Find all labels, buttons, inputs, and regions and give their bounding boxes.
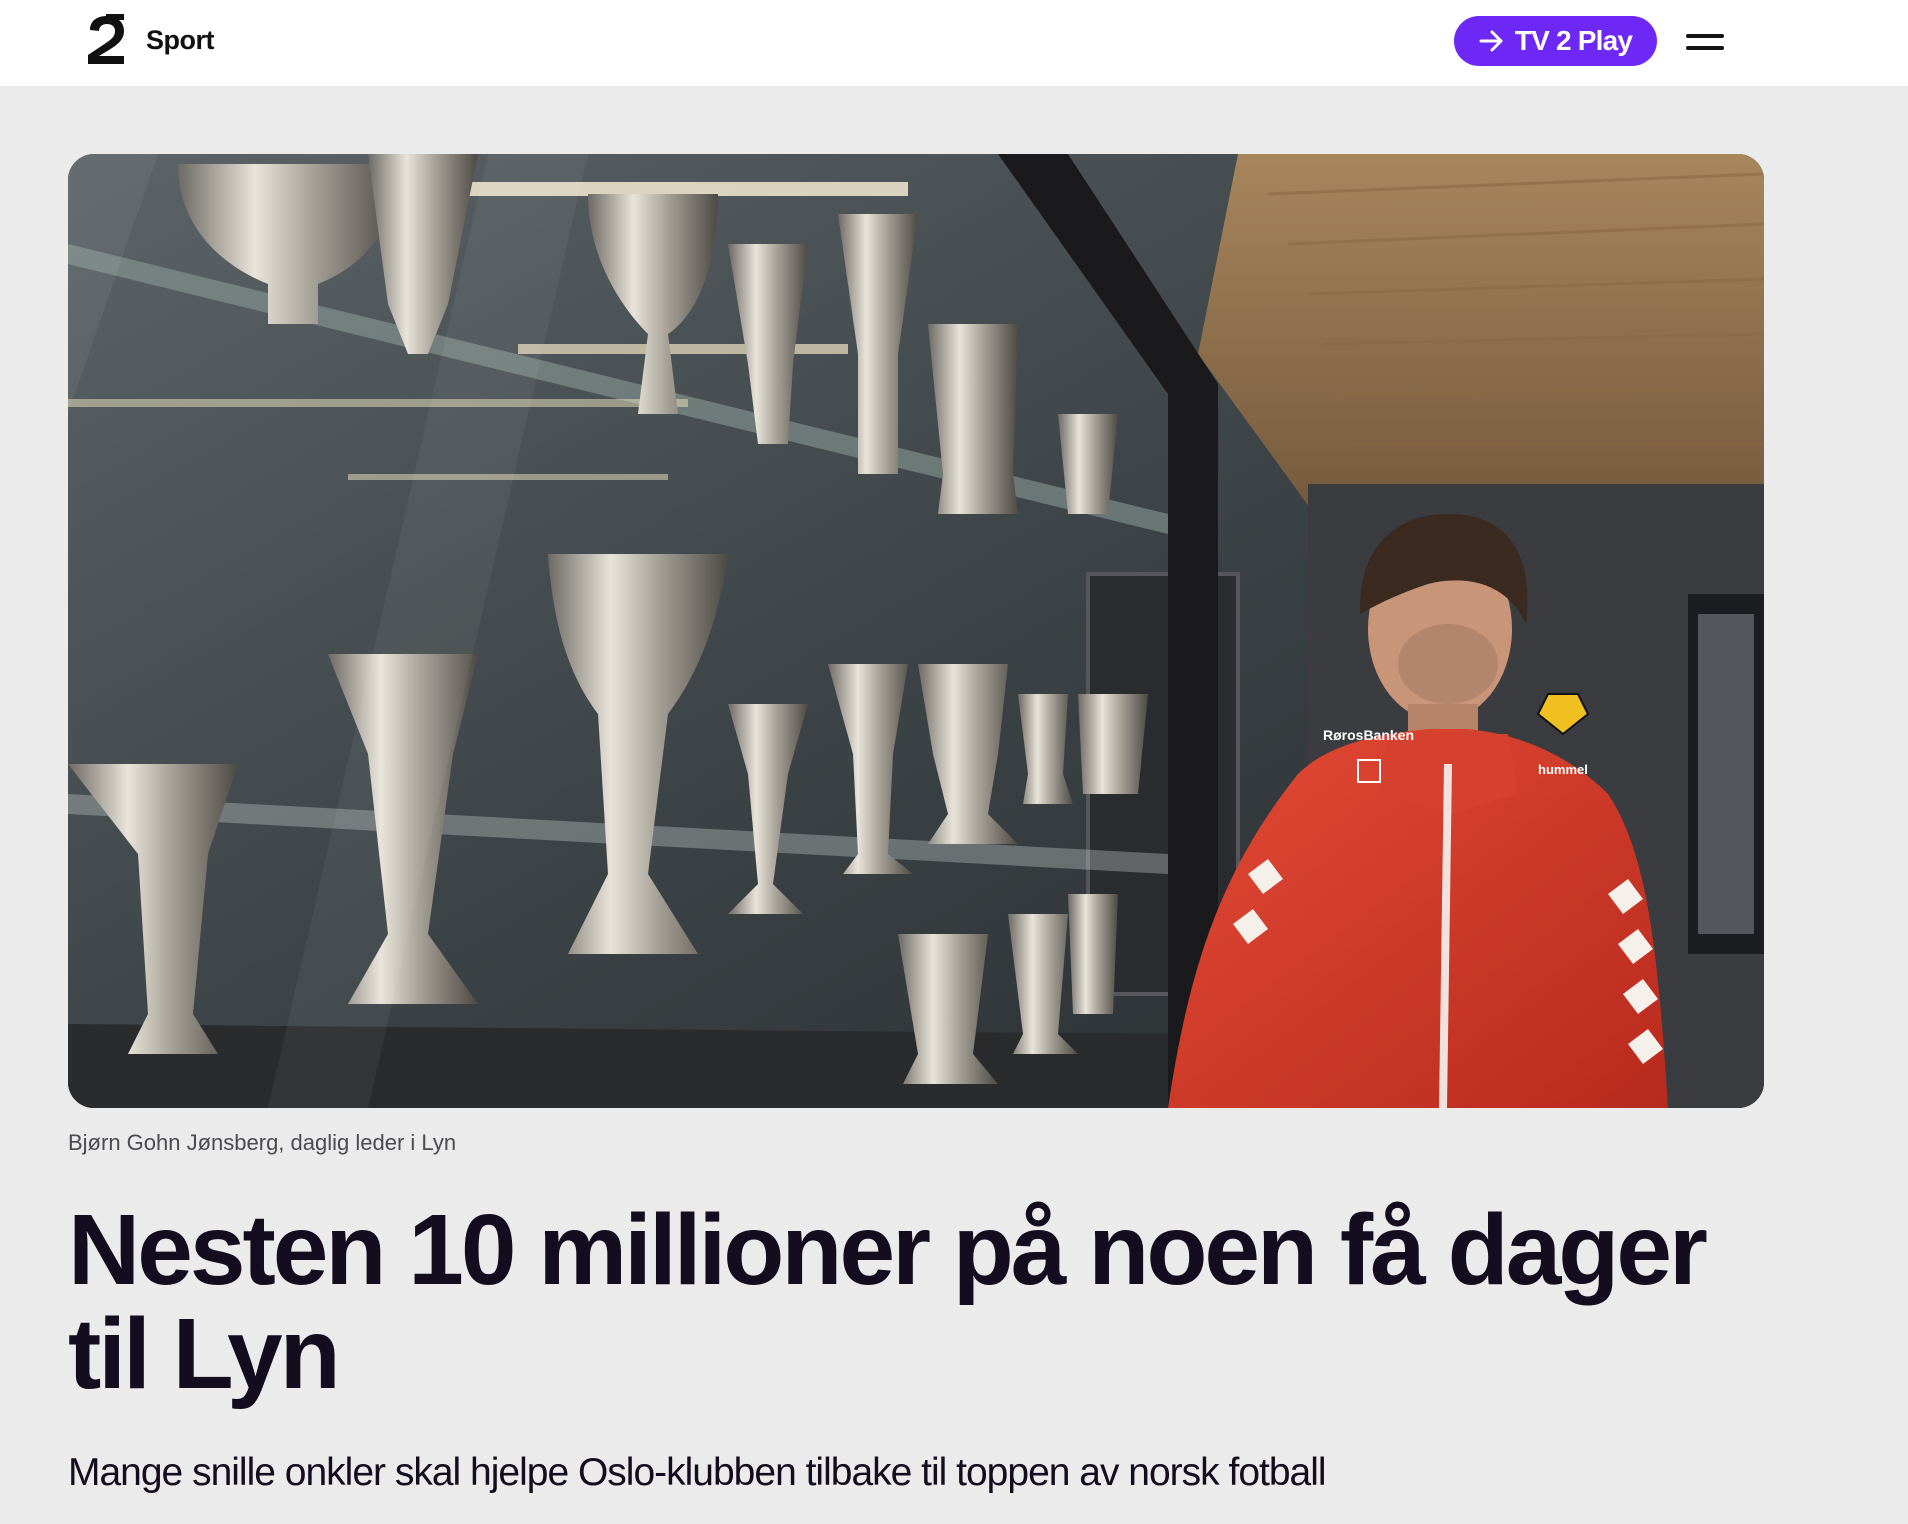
menu-bar-top bbox=[1686, 34, 1724, 38]
image-caption: Bjørn Gohn Jønsberg, daglig leder i Lyn bbox=[68, 1130, 457, 1155]
tv2-play-button[interactable]: TV 2 Play bbox=[1454, 16, 1657, 66]
svg-text:hummel: hummel bbox=[1538, 762, 1588, 777]
site-header: Sport TV 2 Play bbox=[0, 0, 1908, 86]
tv2-logo-icon[interactable] bbox=[84, 14, 130, 66]
section-label[interactable]: Sport bbox=[146, 22, 215, 58]
menu-bar-bottom bbox=[1686, 46, 1724, 50]
hero-image: RørosBanken hummel bbox=[68, 154, 1764, 1108]
article-lead: Mange snille onkler skal hjelpe Oslo-klu… bbox=[68, 1451, 1327, 1494]
svg-text:RørosBanken: RørosBanken bbox=[1323, 727, 1414, 743]
article-headline: Nesten 10 millioner på noen få dager til… bbox=[68, 1194, 1708, 1410]
arrow-right-icon bbox=[1479, 29, 1505, 53]
hamburger-menu-icon[interactable] bbox=[1684, 28, 1728, 56]
tv2-play-label: TV 2 Play bbox=[1514, 25, 1633, 56]
